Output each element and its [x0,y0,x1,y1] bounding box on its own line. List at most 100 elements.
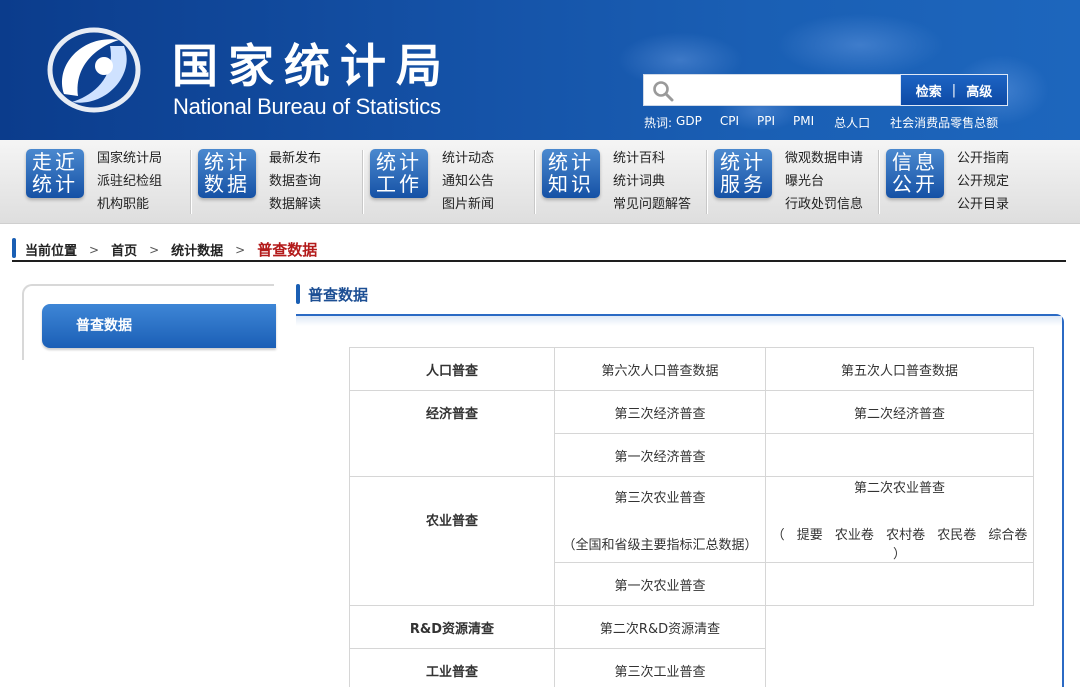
nav-links-service: 微观数据申请 曝光台 行政处罚信息 [785,147,863,216]
nav-link[interactable]: 常见问题解答 [613,193,691,216]
hotword-cpi[interactable]: CPI [720,114,739,131]
nav-badge-about[interactable]: 走近 统计 [26,149,84,198]
category-agriculture: 农业普查 [349,476,555,606]
link-3rd-industry-census[interactable]: 第三次工业普查 [554,648,766,687]
nav-badge-data[interactable]: 统计 数据 [198,149,256,198]
empty-cell [766,649,1034,687]
nav-link[interactable]: 公开目录 [957,193,1009,216]
nav-badge-line: 统计 [548,150,594,174]
link-3rd-economic-census[interactable]: 第三次经济普查 [554,390,766,434]
nav-badge-line: 统计 [376,150,422,174]
search-button[interactable]: 检索 [916,81,942,100]
nav-badge-line: 公开 [892,172,938,196]
link-1st-economic-census[interactable]: 第一次经济普查 [554,433,766,477]
link-2nd-agricultural-census[interactable]: 第二次农业普查 [766,477,1033,496]
nav-link[interactable]: 曝光台 [785,170,863,193]
nav-badge-line: 走近 [32,150,78,174]
nav-link[interactable]: 统计词典 [613,170,691,193]
hotwords-label: 热词: [644,116,673,130]
category-population: 人口普查 [349,347,555,391]
nav-badge-line: 统计 [720,150,766,174]
link-3rd-agri-summary[interactable]: （全国和省级主要指标汇总数据） [555,534,765,553]
nav-badge-line: 统计 [32,172,78,196]
nav-badge-line: 知识 [548,172,594,196]
link-agri-farmer-volume[interactable]: 农民卷 [937,528,976,543]
nav-badge-line: 信息 [892,150,938,174]
agri-3rd-cell: 第三次农业普查 （全国和省级主要指标汇总数据） [554,476,766,563]
breadcrumb-current[interactable]: 普查数据 [257,239,317,260]
census-table: 人口普查 第六次人口普查数据 第五次人口普查数据 经济普查 第三次经济普查 第二… [349,347,1034,687]
empty-cell [766,606,1034,649]
table-row: 经济普查 第三次经济普查 第二次经济普查 [349,390,1034,477]
nav-link[interactable]: 统计百科 [613,147,691,170]
nav-links-about: 国家统计局 派驻纪检组 机构职能 [97,147,162,216]
link-agri-summary[interactable]: 提要 [797,528,823,543]
link-2nd-rd-census[interactable]: 第二次R&D资源清查 [554,605,766,649]
nav-link[interactable]: 公开规定 [957,170,1009,193]
logo-english-title[interactable]: National Bureau of Statistics [173,94,441,120]
search-icon [653,81,674,102]
table-row: R&D资源清查 第二次R&D资源清查 [349,605,1034,649]
hotword-retail-sales[interactable]: 社会消费品零售总额 [890,114,998,131]
agri-2nd-cell: 第二次农业普查 （ 提要 农业卷 农村卷 农民卷 综合卷 ） [765,476,1034,563]
nav-badge-line: 数据 [204,172,250,196]
breadcrumb-home[interactable]: 首页 [111,240,137,259]
search-separator: | [951,82,957,98]
main-nav: 走近 统计 国家统计局 派驻纪检组 机构职能 统计 数据 最新发布 数据查询 数… [0,140,1080,224]
advanced-search-button[interactable]: 高级 [966,81,992,100]
logo-chinese-title[interactable]: 国家统计局 [172,30,452,96]
link-5th-population-census[interactable]: 第五次人口普查数据 [765,347,1034,391]
table-row: 农业普查 第三次农业普查 （全国和省级主要指标汇总数据） 第二次农业普查 （ 提… [349,476,1034,606]
breadcrumb: 当前位置 > 首页 > 统计数据 > 普查数据 [12,236,1066,262]
nav-link[interactable]: 最新发布 [269,147,321,170]
nav-links-disclosure: 公开指南 公开规定 公开目录 [957,147,1009,216]
nav-link[interactable]: 数据查询 [269,170,321,193]
nav-link[interactable]: 机构职能 [97,193,162,216]
sidebar-fade [22,360,26,687]
nav-badge-work[interactable]: 统计 工作 [370,149,428,198]
category-rd: R&D资源清查 [349,605,555,649]
table-row: 人口普查 第六次人口普查数据 第五次人口普查数据 [349,347,1034,391]
nav-link[interactable]: 行政处罚信息 [785,193,863,216]
nav-link[interactable]: 图片新闻 [442,193,494,216]
nav-link[interactable]: 微观数据申请 [785,147,863,170]
hotword-ppi[interactable]: PPI [757,114,775,131]
sidebar-item-census[interactable]: 普查数据 [42,304,276,348]
link-1st-agricultural-census[interactable]: 第一次农业普查 [554,562,766,606]
content-title: 普查数据 [308,285,369,304]
link-6th-population-census[interactable]: 第六次人口普查数据 [554,347,766,391]
nav-link[interactable]: 国家统计局 [97,147,162,170]
nav-link[interactable]: 派驻纪检组 [97,170,162,193]
link-3rd-agricultural-census[interactable]: 第三次农业普查 [555,487,765,506]
nav-links-knowledge: 统计百科 统计词典 常见问题解答 [613,147,691,216]
search-input[interactable] [680,79,896,103]
hotword-gdp[interactable]: GDP [676,114,702,131]
nav-link[interactable]: 通知公告 [442,170,494,193]
nbs-logo-icon[interactable] [44,24,144,116]
chevron-right-icon: > [235,242,246,257]
content-header: 普查数据 [296,284,368,304]
breadcrumb-label: 当前位置 [25,244,78,259]
nav-badge-knowledge[interactable]: 统计 知识 [542,149,600,198]
link-agri-rural-volume[interactable]: 农村卷 [886,528,925,543]
hotword-pmi[interactable]: PMI [793,114,814,131]
nav-link[interactable]: 公开指南 [957,147,1009,170]
nav-divider [707,150,708,214]
nav-badge-line: 统计 [204,150,250,174]
content-title-marker [296,284,300,304]
breadcrumb-statistics[interactable]: 统计数据 [171,240,223,259]
category-industry: 工业普查 [349,648,555,687]
nav-badge-service[interactable]: 统计 服务 [714,149,772,198]
chevron-right-icon: > [89,242,100,257]
nav-link[interactable]: 数据解读 [269,193,321,216]
breadcrumb-marker [12,238,16,258]
nav-badge-line: 服务 [720,172,766,196]
nav-link[interactable]: 统计动态 [442,147,494,170]
link-2nd-economic-census[interactable]: 第二次经济普查 [765,390,1034,434]
link-agri-agriculture-volume[interactable]: 农业卷 [835,528,874,543]
category-economic: 经济普查 [349,390,555,477]
hotword-population[interactable]: 总人口 [834,114,870,131]
nav-badge-disclosure[interactable]: 信息 公开 [886,149,944,198]
link-agri-comprehensive-volume[interactable]: 综合卷 [988,528,1027,543]
agri-2nd-volumes: （ 提要 农业卷 农村卷 农民卷 综合卷 ） [766,524,1033,562]
